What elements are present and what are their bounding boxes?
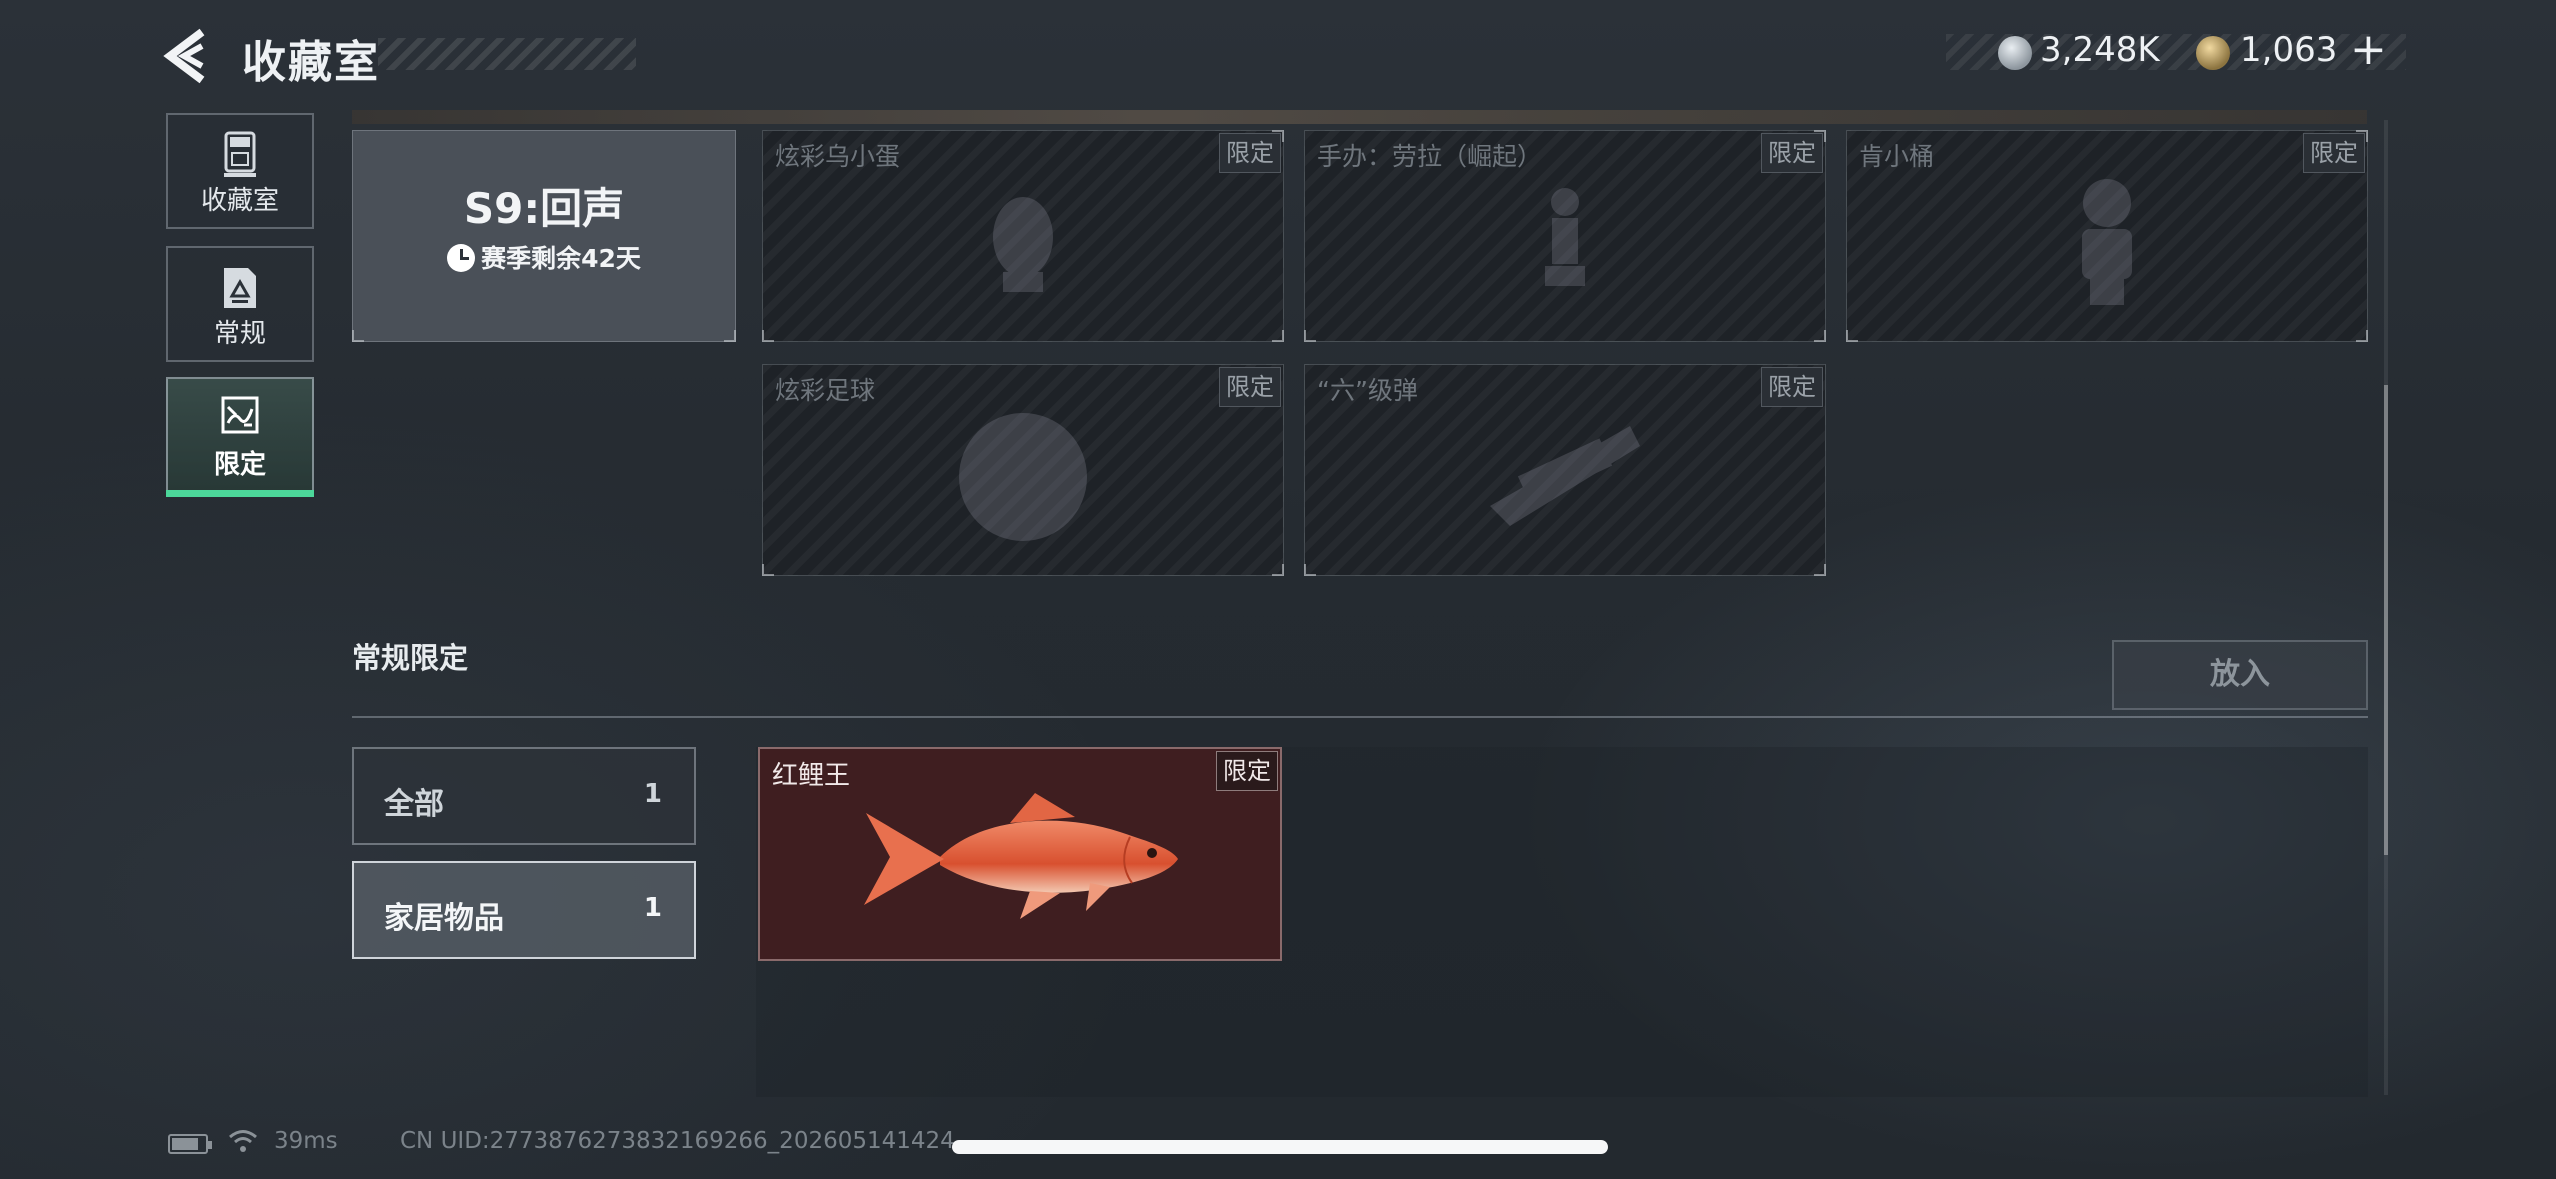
back-arrow-icon[interactable] — [162, 28, 222, 84]
limited-map-icon — [221, 396, 259, 434]
section-title: 常规限定 — [352, 641, 469, 675]
title-decoration — [378, 38, 636, 70]
card-name: 肯小桶 — [1859, 142, 1935, 171]
scrollbar-thumb[interactable] — [2384, 385, 2388, 855]
figure-statue-icon — [1545, 188, 1585, 286]
home-indicator[interactable] — [952, 1140, 1608, 1154]
bucket-figure-icon — [2082, 179, 2132, 305]
nav-item-collection-room[interactable]: 收藏室 — [166, 113, 314, 229]
season-remaining: 赛季剩余42天 — [353, 239, 735, 275]
filter-label: 家居物品 — [384, 901, 504, 936]
add-currency-button[interactable]: + — [2350, 24, 2387, 75]
filter-home-items[interactable]: 家居物品 1 — [352, 861, 696, 959]
card-name: 炫彩乌小蛋 — [775, 142, 901, 171]
active-tab-indicator — [166, 490, 314, 497]
nav-label: 常规 — [213, 319, 266, 349]
season-title: S9:回声 — [463, 184, 625, 233]
filter-count: 1 — [643, 779, 662, 809]
nav-item-regular[interactable]: 常规 — [166, 246, 314, 362]
locked-collectible-card[interactable]: 肯小桶 限定 — [1846, 130, 2368, 342]
season-remaining-text: 赛季剩余42天 — [481, 244, 641, 273]
filter-count: 1 — [643, 893, 662, 923]
document-icon — [224, 268, 256, 308]
limited-tag: 限定 — [1219, 367, 1281, 407]
put-in-button[interactable]: 放入 — [2112, 640, 2368, 710]
locked-collectible-card[interactable]: 炫彩乌小蛋 限定 — [762, 130, 1284, 342]
item-name: 红鲤王 — [772, 761, 851, 791]
nav-item-limited[interactable]: 限定 — [166, 377, 314, 493]
nav-label: 收藏室 — [200, 186, 279, 216]
card-name: 炫彩足球 — [775, 376, 876, 405]
locked-collectible-card[interactable]: 炫彩足球 限定 — [762, 364, 1284, 576]
card-name: “六”级弹 — [1317, 376, 1418, 405]
limited-tag: 限定 — [1216, 751, 1278, 791]
section-divider — [352, 716, 2368, 718]
page-title: 收藏室 — [242, 37, 380, 88]
locked-collectible-card[interactable]: 手办：劳拉（崛起） 限定 — [1304, 130, 1826, 342]
football-icon — [959, 413, 1087, 541]
card-name: 手办：劳拉（崛起） — [1317, 142, 1543, 171]
filter-all[interactable]: 全部 1 — [352, 747, 696, 845]
collectible-item-card[interactable]: 红鲤王 限定 — [758, 747, 1282, 961]
wifi-icon — [229, 1130, 257, 1152]
ping-value: 39ms — [274, 1128, 338, 1154]
gold-coin-icon — [2196, 36, 2230, 70]
silver-coin-icon — [1998, 36, 2032, 70]
nav-label: 限定 — [213, 450, 266, 480]
clock-icon — [447, 244, 476, 272]
egg-figure-icon — [993, 197, 1053, 292]
season-card: S9:回声 赛季剩余42天 — [352, 130, 736, 342]
locked-collectible-card[interactable]: “六”级弹 限定 — [1304, 364, 1826, 576]
banner-strip — [352, 110, 2367, 124]
ammo-icon — [1490, 426, 1640, 526]
silver-currency-value: 3,248K — [2040, 30, 2160, 70]
trophy-icon — [224, 131, 256, 177]
red-koi-fish-icon — [864, 793, 1178, 919]
gold-currency-value: 1,063 — [2240, 30, 2338, 70]
filter-label: 全部 — [384, 787, 444, 822]
battery-icon — [168, 1134, 212, 1154]
limited-tag: 限定 — [1761, 367, 1823, 407]
user-uid: CN UID:2773876273832169266_202605141424 — [400, 1128, 955, 1154]
